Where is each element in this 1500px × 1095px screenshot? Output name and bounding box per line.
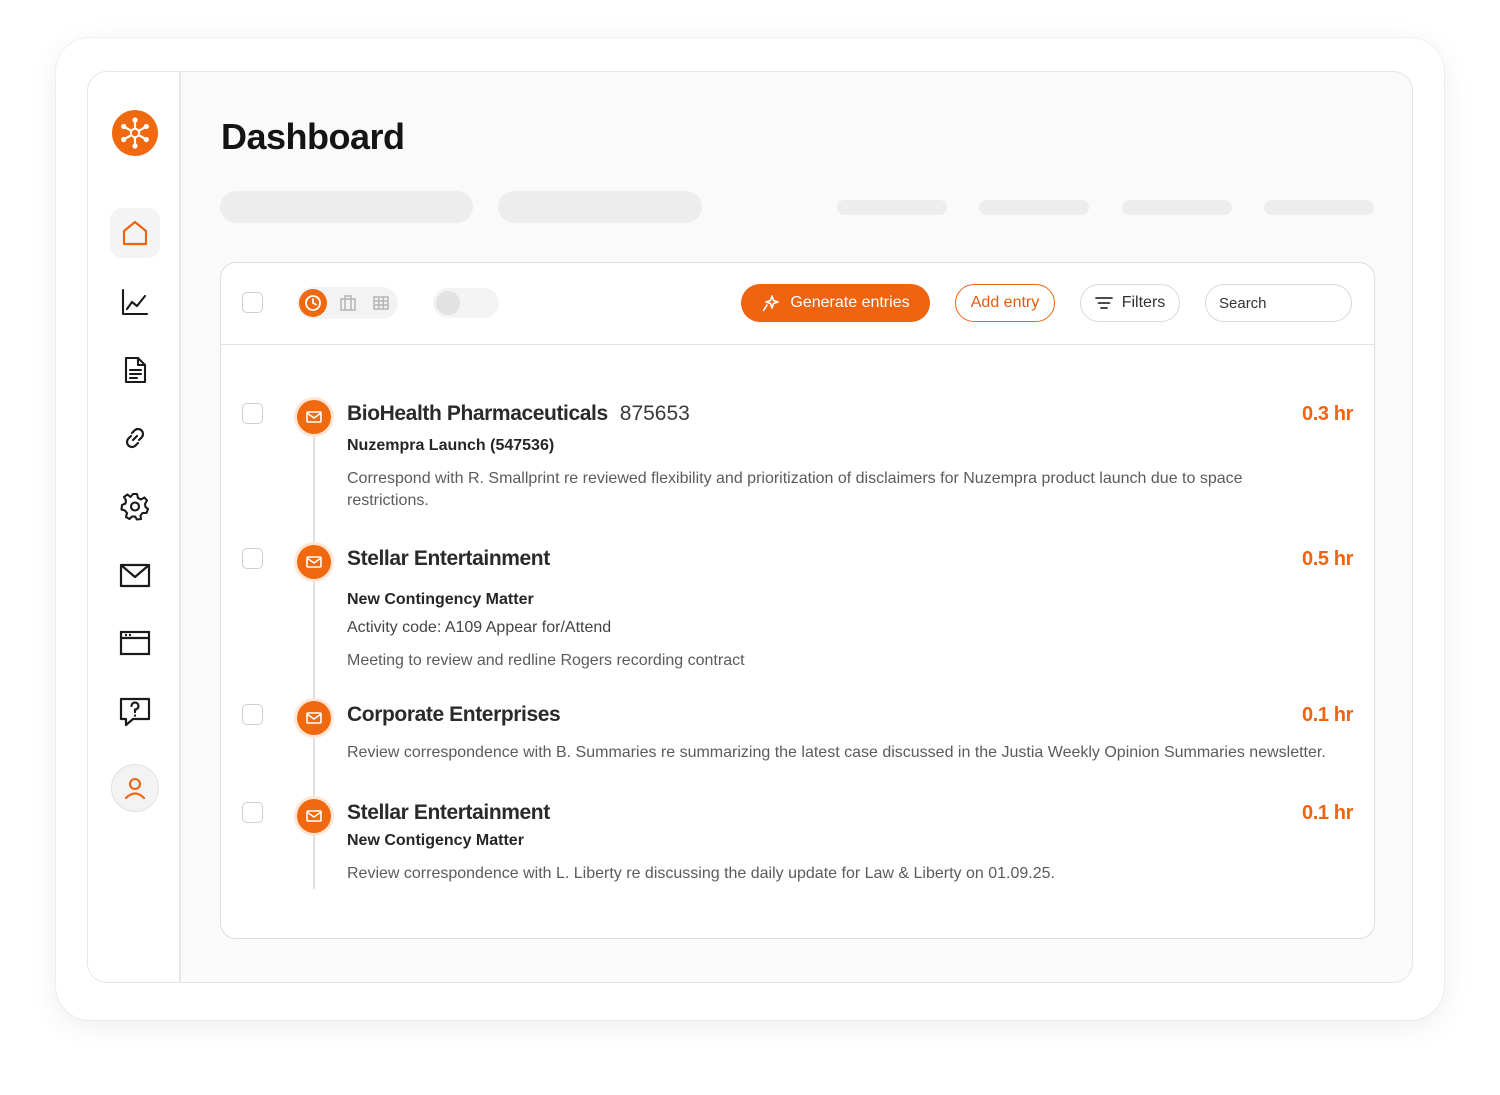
entry-client-name: Stellar Entertainment xyxy=(347,547,550,570)
sidebar-item-browser[interactable] xyxy=(110,618,160,668)
entry-hours: 0.1 hr xyxy=(1302,704,1353,726)
entry-checkbox[interactable] xyxy=(242,548,263,569)
briefcase-icon xyxy=(340,295,356,311)
entry-client-number: 875653 xyxy=(619,402,690,425)
app-window: Dashboard Generate entries Add entry Fil… xyxy=(87,71,1413,983)
entry-description: Review correspondence with B. Summaries … xyxy=(347,744,1326,761)
mail-icon xyxy=(297,799,331,833)
entry-hours: 0.1 hr xyxy=(1302,802,1353,824)
entry-checkbox[interactable] xyxy=(242,704,263,725)
skeleton-placeholder xyxy=(837,200,947,215)
sidebar-item-settings[interactable] xyxy=(110,481,160,531)
toggle-switch[interactable] xyxy=(433,288,499,318)
mail-icon xyxy=(297,400,331,434)
entry-matter: Nuzempra Launch (547536) xyxy=(347,437,555,454)
sidebar-item-help[interactable] xyxy=(110,687,160,737)
entry-checkbox[interactable] xyxy=(242,403,263,424)
entry-description: Review correspondence with L. Liberty re… xyxy=(347,865,1055,882)
gear-icon xyxy=(120,492,150,521)
mail-icon xyxy=(297,545,331,579)
sidebar-item-integrations[interactable] xyxy=(110,413,160,463)
sidebar-item-mail[interactable] xyxy=(110,550,160,600)
link-icon xyxy=(125,427,145,449)
entry-hours: 0.3 hr xyxy=(1302,403,1353,425)
entry-client-name: Corporate Enterprises xyxy=(347,703,561,726)
time-entries-panel: Generate entries Add entry Filters Bi xyxy=(220,262,1375,939)
user-icon xyxy=(124,777,146,800)
entry-hours: 0.5 hr xyxy=(1302,548,1353,570)
entry-activity-code: Activity code: A109 Appear for/Attend xyxy=(347,619,612,636)
home-icon xyxy=(122,220,148,246)
entry-client-name: BioHealth Pharmaceuticals xyxy=(347,402,608,425)
sidebar-item-home[interactable] xyxy=(110,208,160,258)
skeleton-placeholder xyxy=(979,200,1089,215)
page-title: Dashboard xyxy=(221,116,405,157)
skeleton-placeholder xyxy=(1264,200,1374,215)
entry-client-name: Stellar Entertainment xyxy=(347,801,550,824)
mail-icon xyxy=(297,701,331,735)
sidebar-item-documents[interactable] xyxy=(110,345,160,395)
entry-description: Correspond with R. Smallprint re reviewe… xyxy=(347,470,1243,509)
mail-icon xyxy=(119,563,151,588)
view-briefcase-button[interactable] xyxy=(334,289,362,317)
entry-matter: New Contigency Matter xyxy=(347,832,524,849)
entry-matter: New Contingency Matter xyxy=(347,591,534,608)
filter-lines-icon xyxy=(1094,297,1113,309)
generate-entries-label: Generate entries xyxy=(790,294,910,311)
logo-icon[interactable] xyxy=(112,110,158,156)
skeleton-placeholder xyxy=(1122,200,1232,215)
entry-client: BioHealth Pharmaceuticals 875653 xyxy=(347,402,690,426)
avatar[interactable] xyxy=(111,764,159,812)
panel-toolbar: Generate entries Add entry Filters xyxy=(221,263,1374,345)
help-icon xyxy=(119,697,151,727)
sparkle-icon xyxy=(763,295,780,312)
skeleton-placeholder xyxy=(220,191,473,223)
view-clock-button[interactable] xyxy=(299,289,327,317)
view-grid-button[interactable] xyxy=(367,289,395,317)
grid-icon xyxy=(373,296,389,310)
document-icon xyxy=(124,356,147,384)
sidebar-item-analytics[interactable] xyxy=(110,277,160,327)
view-switcher xyxy=(297,287,398,319)
clock-icon xyxy=(305,295,321,311)
skeleton-placeholder xyxy=(498,191,702,223)
toggle-knob xyxy=(436,291,460,315)
window-icon xyxy=(119,630,151,656)
generate-entries-button[interactable]: Generate entries xyxy=(741,284,930,322)
line-chart-icon xyxy=(121,288,149,316)
entry-description: Meeting to review and redline Rogers rec… xyxy=(347,652,745,669)
filters-label: Filters xyxy=(1121,294,1166,311)
search-input[interactable] xyxy=(1205,284,1352,322)
select-all-checkbox[interactable] xyxy=(242,292,263,313)
sidebar xyxy=(88,72,181,982)
add-entry-button[interactable]: Add entry xyxy=(955,284,1055,322)
filters-button[interactable]: Filters xyxy=(1080,284,1180,322)
entry-checkbox[interactable] xyxy=(242,802,263,823)
